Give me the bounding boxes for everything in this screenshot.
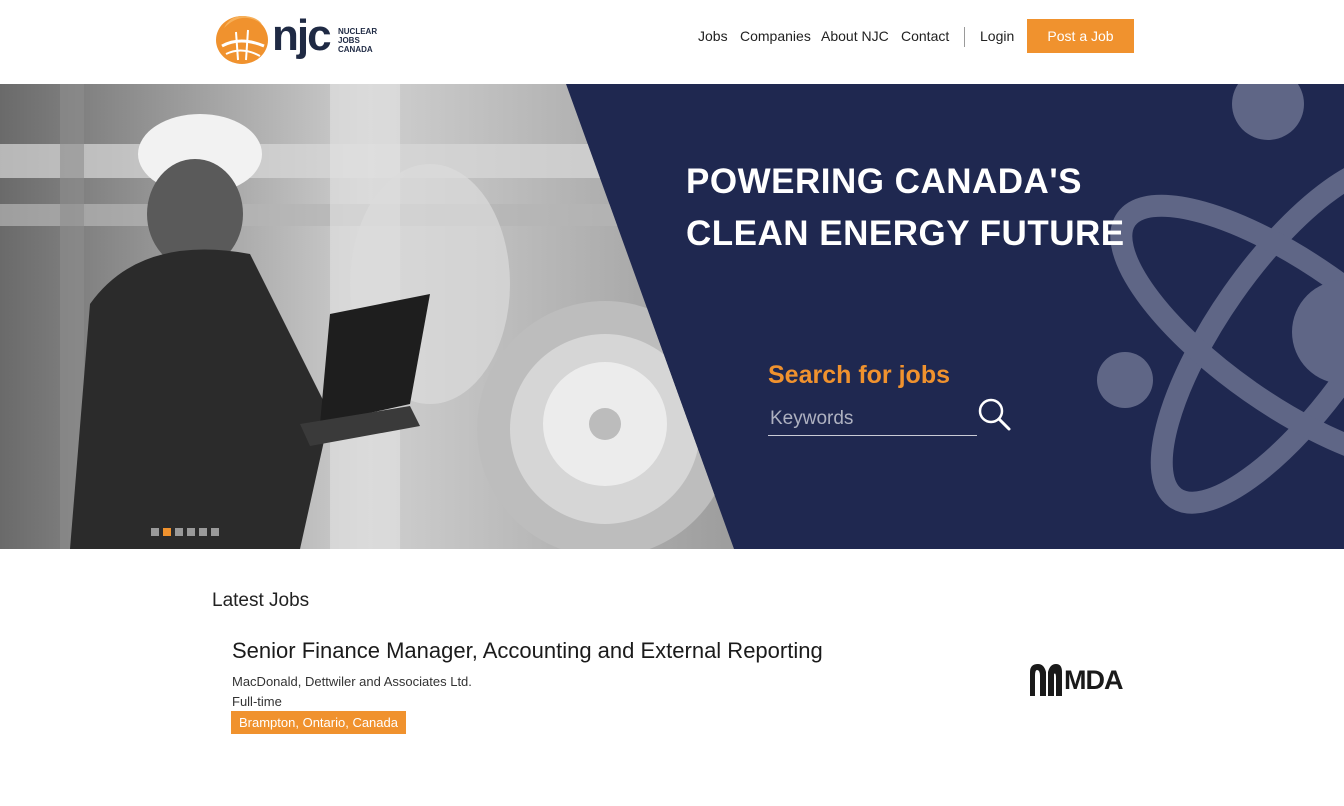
company-logo-text: MDA [1064,665,1123,695]
hero-banner: POWERING CANADA'S CLEAN ENERGY FUTURE Se… [0,84,1344,549]
slider-dot[interactable] [187,528,195,536]
hero-title-line: POWERING CANADA'S [686,162,1082,201]
main-nav: Jobs Companies About NJC Contact Login P… [0,19,1344,53]
job-type: Full-time [232,694,282,709]
slider-dot[interactable] [211,528,219,536]
latest-jobs-heading: Latest Jobs [212,590,310,611]
job-location-badge: Brampton, Ontario, Canada [231,711,406,734]
company-logo[interactable]: MDA [1028,662,1136,698]
hero-photo [0,84,734,549]
hero-background [0,84,1344,549]
search-icon[interactable] [976,396,1012,432]
job-title[interactable]: Senior Finance Manager, Accounting and E… [232,638,823,664]
mda-logo-icon [1030,664,1062,696]
nav-contact-link[interactable]: Contact [901,28,949,44]
hero-title-line: CLEAN ENERGY FUTURE [686,214,1125,253]
nav-about-link[interactable]: About NJC [821,28,889,44]
hero-title: POWERING CANADA'S CLEAN ENERGY FUTURE [686,156,1125,260]
slider-dot[interactable] [199,528,207,536]
post-job-button[interactable]: Post a Job [1027,19,1134,53]
nav-divider [964,27,965,47]
slider-dot[interactable] [175,528,183,536]
nav-companies-link[interactable]: Companies [740,28,811,44]
site-header: njc NUCLEAR JOBS CANADA Jobs Companies A… [0,0,1344,84]
search-label: Search for jobs [768,361,950,389]
login-link[interactable]: Login [980,28,1014,44]
job-listing[interactable]: Senior Finance Manager, Accounting and E… [212,630,1134,750]
slider-dot[interactable] [151,528,159,536]
job-company: MacDonald, Dettwiler and Associates Ltd. [232,674,472,689]
slider-dot-active[interactable] [163,528,171,536]
keywords-search-input[interactable] [768,402,977,436]
nav-jobs-link[interactable]: Jobs [698,28,728,44]
